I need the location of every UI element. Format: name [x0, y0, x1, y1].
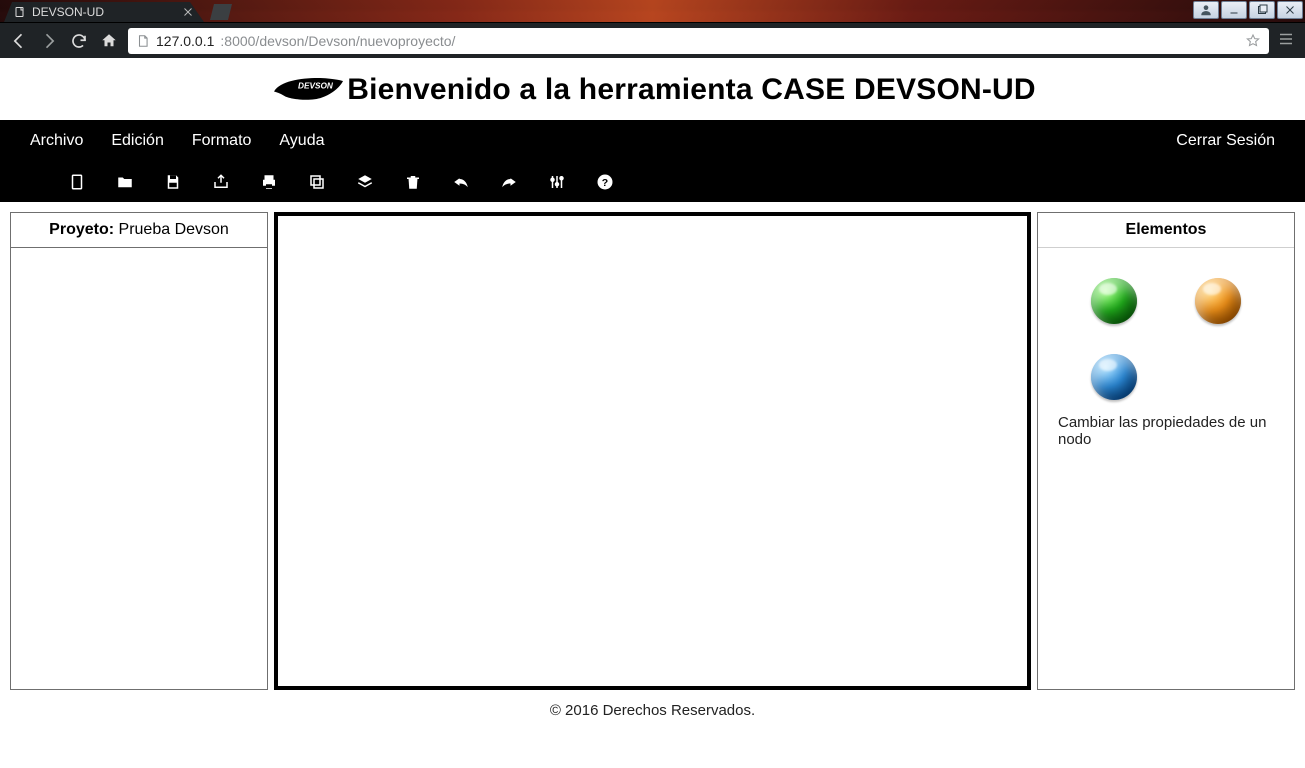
elements-title: Elementos: [1038, 213, 1294, 248]
page-icon: [136, 34, 150, 48]
nav-reload-button[interactable]: [68, 30, 90, 52]
menu-formato[interactable]: Formato: [192, 132, 252, 150]
canvas-content[interactable]: [278, 216, 1029, 688]
window-controls: [1193, 1, 1303, 19]
export-icon[interactable]: [212, 173, 230, 191]
svg-text:?: ?: [602, 177, 608, 189]
tab-close-icon[interactable]: [182, 6, 194, 18]
window-maximize-button[interactable]: [1249, 1, 1275, 19]
print-icon[interactable]: [260, 173, 278, 191]
browser-menu-button[interactable]: [1277, 30, 1299, 52]
workspace: Proyeto: Prueba Devson Elementos Cambiar…: [0, 202, 1305, 700]
save-icon[interactable]: [164, 173, 182, 191]
devson-logo-icon: DEVSON: [269, 72, 345, 108]
url-host: 127.0.0.1: [156, 33, 214, 49]
open-folder-icon[interactable]: [116, 173, 134, 191]
new-file-icon[interactable]: [68, 173, 86, 191]
page: DEVSON Bienvenido a la herramienta CASE …: [0, 58, 1305, 727]
nav-back-button[interactable]: [8, 30, 30, 52]
undo-icon[interactable]: [452, 173, 470, 191]
change-properties-note[interactable]: Cambiar las propiedades de un nodo: [1038, 414, 1294, 448]
menu-archivo[interactable]: Archivo: [30, 132, 83, 150]
browser-navbar: 127.0.0.1 :8000/devson/Devson/nuevoproyec…: [0, 22, 1305, 58]
browser-titlebar: DEVSON-UD: [0, 0, 1305, 22]
nav-home-button[interactable]: [98, 30, 120, 52]
footer-copyright: © 2016 Derechos Reservados.: [0, 700, 1305, 727]
window-minimize-button[interactable]: [1221, 1, 1247, 19]
project-label: Proyeto:: [49, 221, 114, 238]
project-name: Prueba Devson: [119, 221, 229, 238]
help-icon[interactable]: ?: [596, 173, 614, 191]
bookmark-star-icon[interactable]: [1245, 33, 1261, 49]
url-path: :8000/devson/Devson/nuevoproyecto/: [220, 33, 455, 49]
canvas-scroll-area[interactable]: [276, 214, 1029, 688]
menu-logout[interactable]: Cerrar Sesión: [1176, 132, 1275, 150]
app-menubar: Archivo Edición Formato Ayuda Cerrar Ses…: [0, 120, 1305, 202]
chrome-user-button[interactable]: [1193, 1, 1219, 19]
menu-edicion[interactable]: Edición: [111, 132, 163, 150]
canvas-panel: [274, 212, 1031, 690]
nav-forward-button[interactable]: [38, 30, 60, 52]
element-node-green[interactable]: [1091, 278, 1137, 324]
trash-icon[interactable]: [404, 173, 422, 191]
copy-icon[interactable]: [308, 173, 326, 191]
element-node-orange[interactable]: [1195, 278, 1241, 324]
project-panel: Proyeto: Prueba Devson: [10, 212, 268, 690]
browser-tab[interactable]: DEVSON-UD: [4, 2, 204, 22]
element-node-blue[interactable]: [1091, 354, 1137, 400]
redo-icon[interactable]: [500, 173, 518, 191]
settings-sliders-icon[interactable]: [548, 173, 566, 191]
layers-icon[interactable]: [356, 173, 374, 191]
svg-text:DEVSON: DEVSON: [298, 82, 334, 91]
menu-ayuda[interactable]: Ayuda: [279, 132, 324, 150]
elements-panel: Elementos Cambiar las propiedades de un …: [1037, 212, 1295, 690]
app-toolbar: ?: [30, 162, 1275, 202]
window-close-button[interactable]: [1277, 1, 1303, 19]
browser-tab-title: DEVSON-UD: [32, 5, 104, 19]
address-bar[interactable]: 127.0.0.1 :8000/devson/Devson/nuevoproyec…: [128, 28, 1269, 54]
tab-favicon: [14, 6, 26, 18]
welcome-title: Bienvenido a la herramienta CASE DEVSON-…: [347, 73, 1036, 107]
welcome-header: DEVSON Bienvenido a la herramienta CASE …: [0, 58, 1305, 120]
